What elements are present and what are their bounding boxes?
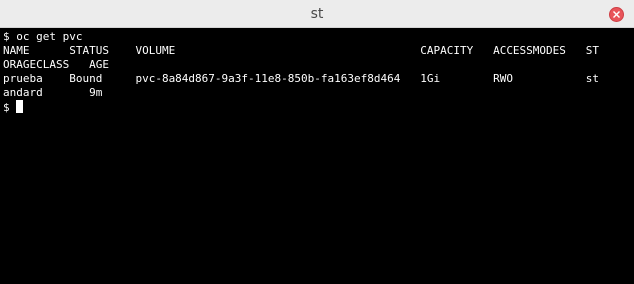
table-header-line: NAME STATUS VOLUME CAPACITY ACCESSMODES …: [3, 44, 600, 57]
table-row-wrap-line: andard 9m: [3, 86, 103, 99]
prompt: $: [3, 101, 17, 114]
close-icon: [613, 11, 620, 18]
terminal-window: st $ oc get pvc NAME STATUS VOLUME CAPAC…: [0, 0, 634, 284]
prompt-line[interactable]: $: [3, 100, 24, 114]
table-header-wrap-line: ORAGECLASS AGE: [3, 58, 109, 71]
table-row-line: prueba Bound pvc-8a84d867-9a3f-11e8-850b…: [3, 72, 600, 85]
text-cursor: [16, 100, 24, 113]
title-bar[interactable]: st: [0, 0, 634, 28]
command-line: $ oc get pvc: [3, 30, 83, 43]
window-title: st: [310, 6, 324, 22]
terminal-output[interactable]: $ oc get pvc NAME STATUS VOLUME CAPACITY…: [0, 28, 634, 284]
close-button[interactable]: [609, 7, 624, 22]
